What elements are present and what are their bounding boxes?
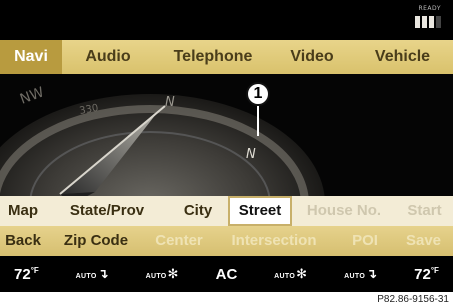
left-auto-airflow[interactable]: AUTO↴ — [76, 266, 109, 282]
airflow-icon: ↴ — [366, 266, 378, 281]
entry-city[interactable]: City — [168, 196, 228, 226]
svg-text:N: N — [246, 147, 256, 162]
entry-map[interactable]: Map — [0, 196, 46, 226]
main-menu-bar: Navi Audio Telephone Video Vehicle — [0, 40, 453, 74]
fan-icon: ✻ — [167, 266, 179, 281]
action-back[interactable]: Back — [0, 226, 46, 256]
right-temperature[interactable]: 72°F — [414, 266, 439, 283]
entry-house-no: House No. — [306, 202, 382, 219]
address-entry-bar: Map State/Prov City Street House No. Sta… — [0, 196, 453, 226]
main-menu-telephone[interactable]: Telephone — [154, 40, 272, 74]
entry-start: Start — [407, 202, 442, 219]
entry-state-prov[interactable]: State/Prov — [46, 196, 168, 226]
left-temperature[interactable]: 72°F — [14, 266, 39, 283]
command-display: READY Navi Audio Telephone Video Vehicle — [0, 0, 453, 292]
ac-status[interactable]: AC — [216, 266, 238, 283]
callout-marker: 1 — [246, 82, 270, 106]
action-center: Center — [155, 232, 203, 249]
right-auto-fan[interactable]: AUTO✻ — [274, 266, 307, 282]
entry-street[interactable]: Street — [228, 196, 292, 226]
main-menu-audio[interactable]: Audio — [62, 40, 154, 74]
compass-rose-icon: NW 330 N N — [0, 84, 325, 198]
callout-line — [257, 106, 259, 136]
status-bar: READY — [0, 0, 453, 38]
main-menu-video[interactable]: Video — [272, 40, 352, 74]
climate-status-bar: 72°F AUTO↴ AUTO✻ AC AUTO✻ AUTO↴ 72°F — [0, 256, 453, 292]
fan-icon: ✻ — [296, 266, 308, 281]
right-auto-airflow[interactable]: AUTO↴ — [344, 266, 377, 282]
action-zip-code[interactable]: Zip Code — [46, 226, 146, 256]
action-poi: POI — [352, 232, 378, 249]
figure-reference-code: P82.86-9156-31 — [377, 294, 449, 305]
main-menu-vehicle[interactable]: Vehicle — [352, 40, 453, 74]
action-bar: Back Zip Code Center Intersection POI Sa… — [0, 226, 453, 256]
signal-strength-icon: READY — [407, 5, 441, 29]
svg-text:NW: NW — [18, 84, 46, 107]
svg-text:N: N — [165, 95, 175, 110]
main-menu-navi[interactable]: Navi — [0, 40, 62, 74]
action-save: Save — [405, 232, 442, 249]
left-auto-fan[interactable]: AUTO✻ — [146, 266, 179, 282]
action-intersection: Intersection — [231, 232, 317, 249]
compass-map-view[interactable]: NW 330 N N — [0, 74, 453, 198]
airflow-icon: ↴ — [97, 266, 109, 281]
signal-label: READY — [418, 5, 441, 12]
